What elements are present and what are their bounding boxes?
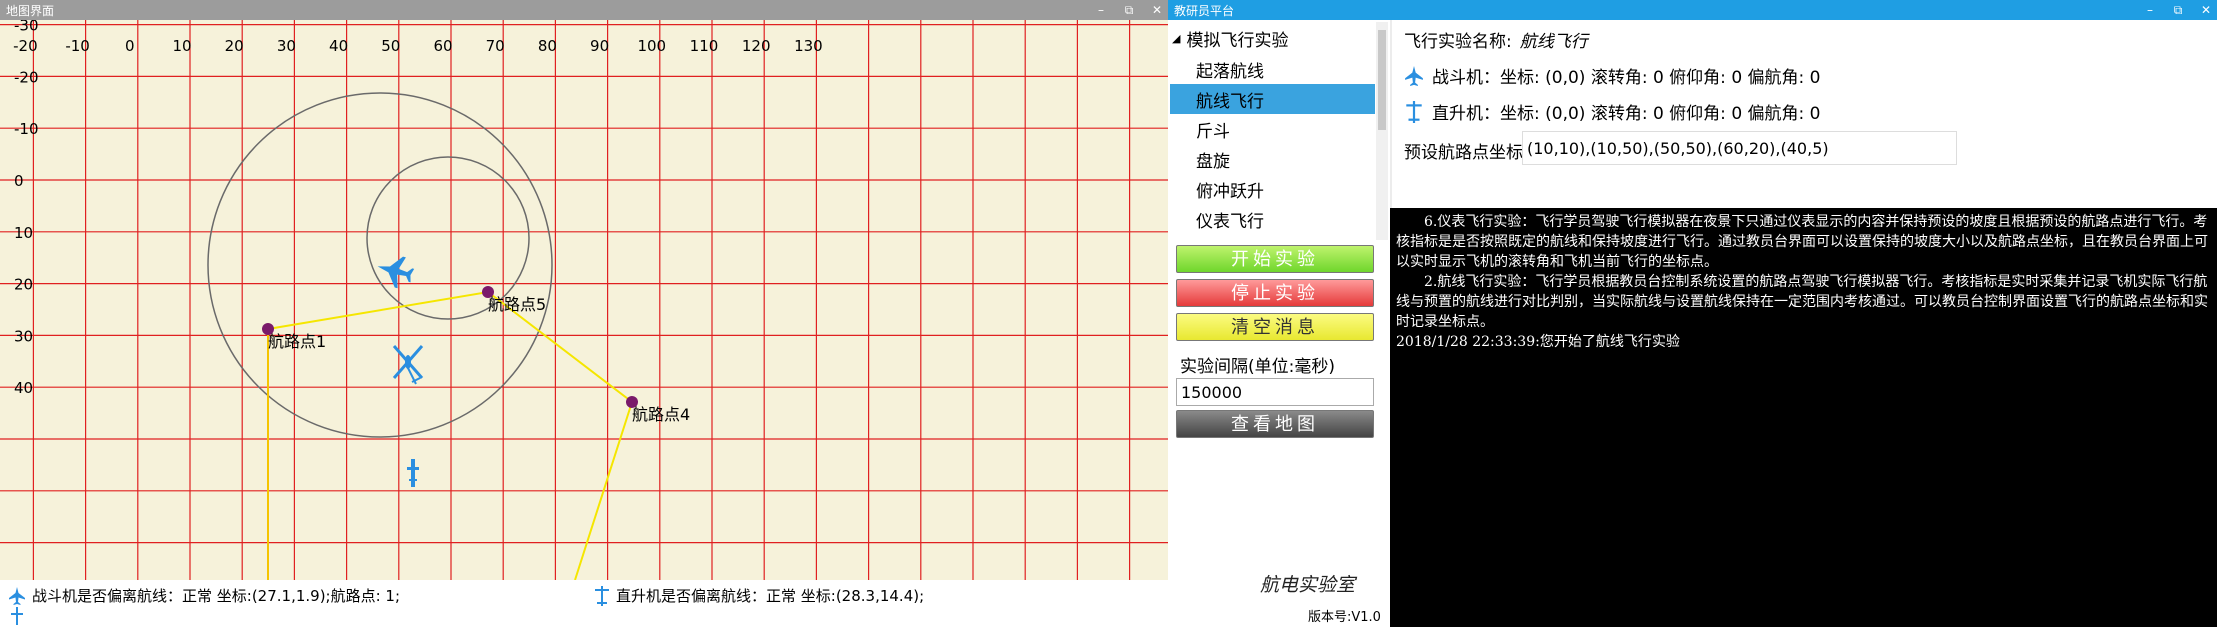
y-tick-label: 0 xyxy=(14,172,24,190)
x-tick-label: 20 xyxy=(225,37,244,55)
x-tick-label: 110 xyxy=(690,37,719,55)
tree-item-label: 俯冲跃升 xyxy=(1196,181,1264,202)
view-map-button[interactable]: 查看地图 xyxy=(1176,410,1374,438)
x-tick-label: -10 xyxy=(65,37,90,55)
waypoint-5-label: 航路点5 xyxy=(488,295,546,314)
helicopter-home-icon xyxy=(407,459,419,487)
tree-item-label: 斤斗 xyxy=(1196,121,1230,142)
waypoint-4-label: 航路点4 xyxy=(632,405,690,424)
map-restore-button[interactable]: ⧉ xyxy=(1122,0,1136,20)
message-log[interactable]: 6.仪表飞行实验：飞行学员驾驶飞行模拟器在夜景下只通过仪表显示的内容并保持预设的… xyxy=(1390,208,2217,627)
x-tick-label: 40 xyxy=(329,37,348,55)
y-tick-label: 20 xyxy=(14,276,33,294)
y-tick-label: -20 xyxy=(14,68,39,86)
map-svg: -20 -10 0 10 20 30 40 50 60 70 80 90 100 110 120 130 -3… xyxy=(0,20,1168,580)
map-close-button[interactable]: ✕ xyxy=(1150,0,1164,20)
edu-window: 教研员平台 – ⧉ ✕ ◢ 模拟飞行实验 起落航线 航线飞行 斤斗 盘旋 俯冲跃… xyxy=(1168,0,2217,627)
x-tick-label: -20 xyxy=(13,37,38,55)
x-tick-label: 100 xyxy=(637,37,666,55)
fighter-info-row: 战斗机：坐标: (0,0) 滚转角: 0 俯仰角: 0 偏航角: 0 xyxy=(1404,63,1820,88)
map-window: 地图界面 – ⧉ ✕ -20 -10 0 10 20 30 40 50 60 70 80 90 100 1… xyxy=(0,0,1168,627)
x-tick-label: 90 xyxy=(590,37,609,55)
helicopter-info-text: 直升机：坐标: (0,0) 滚转角: 0 俯仰角: 0 偏航角: 0 xyxy=(1432,104,1821,124)
x-tick-label: 50 xyxy=(381,37,400,55)
tree-scroll-thumb[interactable] xyxy=(1378,30,1386,130)
y-tick-label: 40 xyxy=(14,379,33,397)
tree-root-label: 模拟飞行实验 xyxy=(1186,31,1289,51)
tree-item-circle[interactable]: 盘旋 xyxy=(1170,144,1375,174)
collapse-triangle-icon[interactable]: ◢ xyxy=(1172,32,1180,45)
experiment-name-label: 飞行实验名称: xyxy=(1404,32,1512,52)
map-minimize-button[interactable]: – xyxy=(1094,0,1108,20)
tree-item-loop[interactable]: 斤斗 xyxy=(1170,114,1375,144)
helicopter-status: 直升机是否偏离航线：正常 坐标:(28.3,14.4); xyxy=(594,585,924,606)
fighter-info-text: 战斗机：坐标: (0,0) 滚转角: 0 俯仰角: 0 偏航角: 0 xyxy=(1432,68,1821,88)
flight-trajectory-large xyxy=(207,92,553,438)
version-label: 版本号:V1.0 xyxy=(1308,610,1381,625)
experiment-info-panel: 飞行实验名称: 航线飞行 战斗机：坐标: (0,0) 滚转角: 0 俯仰角: 0… xyxy=(1390,20,2217,208)
tree-item-route-flight[interactable]: 航线飞行 xyxy=(1170,84,1375,114)
tree-item-takeoff-landing[interactable]: 起落航线 xyxy=(1170,54,1375,84)
start-experiment-button[interactable]: 开始实验 xyxy=(1176,245,1374,273)
y-tick-label: -10 xyxy=(14,120,39,138)
waypoint-1-label: 航路点1 xyxy=(268,332,326,351)
status-extra-icon xyxy=(10,607,24,625)
x-tick-label: 30 xyxy=(277,37,296,55)
x-tick-label: 0 xyxy=(125,37,135,55)
tree-item-label: 盘旋 xyxy=(1196,151,1230,172)
stop-experiment-button[interactable]: 停止实验 xyxy=(1176,279,1374,307)
fighter-jet-info-icon xyxy=(1405,65,1423,86)
edu-titlebar[interactable]: 教研员平台 – ⧉ ✕ xyxy=(1168,0,2217,20)
tree-item-label: 起落航线 xyxy=(1196,61,1264,82)
experiment-tree: ◢ 模拟飞行实验 起落航线 航线飞行 斤斗 盘旋 俯冲跃升 仪表飞行 xyxy=(1168,20,1376,242)
map-status-bar: 战斗机是否偏离航线：正常 坐标:(27.1,1.9);航路点: 1; 直升机是否… xyxy=(0,580,1168,627)
x-tick-label: 80 xyxy=(538,37,557,55)
interval-input[interactable] xyxy=(1176,378,1374,406)
x-tick-label: 70 xyxy=(486,37,505,55)
y-tick-label: -30 xyxy=(14,20,39,35)
tree-item-label: 航线飞行 xyxy=(1196,91,1264,112)
helicopter-info-icon xyxy=(1406,100,1422,123)
edu-restore-button[interactable]: ⧉ xyxy=(2171,0,2185,20)
fighter-jet-icon[interactable] xyxy=(373,251,416,291)
edu-window-title: 教研员平台 xyxy=(1174,3,1235,18)
fighter-small-icon xyxy=(9,586,25,605)
x-tick-label: 60 xyxy=(433,37,452,55)
waypoints-input[interactable] xyxy=(1522,131,1957,165)
tree-scrollbar[interactable] xyxy=(1376,22,1388,240)
map-window-title: 地图界面 xyxy=(6,3,55,18)
edu-close-button[interactable]: ✕ xyxy=(2199,0,2213,20)
y-tick-label: 30 xyxy=(14,327,33,345)
helicopter-info-row: 直升机：坐标: (0,0) 滚转角: 0 俯仰角: 0 偏航角: 0 xyxy=(1404,99,1820,124)
x-tick-label: 120 xyxy=(742,37,771,55)
log-entry: 2018/1/28 22:33:39:您开始了航线飞行实验 xyxy=(1396,334,1680,350)
helicopter-status-text: 直升机是否偏离航线：正常 坐标:(28.3,14.4); xyxy=(616,587,925,605)
waypoints-label: 预设航路点坐标: xyxy=(1404,143,1529,163)
interval-label: 实验间隔(单位:毫秒) xyxy=(1180,357,1335,377)
map-canvas[interactable]: -20 -10 0 10 20 30 40 50 60 70 80 90 100 110 120 130 -3… xyxy=(0,20,1168,580)
tree-item-instrument-flight[interactable]: 仪表飞行 xyxy=(1170,204,1375,234)
helicopter-tiny-icon xyxy=(11,607,23,625)
tree-root[interactable]: ◢ 模拟飞行实验 xyxy=(1172,26,1288,51)
log-entry: 6.仪表飞行实验：飞行学员驾驶飞行模拟器在夜景下只通过仪表显示的内容并保持预设的… xyxy=(1396,214,2208,270)
fighter-status-text: 战斗机是否偏离航线：正常 坐标:(27.1,1.9);航路点: 1; xyxy=(32,587,401,605)
y-tick-label: 10 xyxy=(14,224,33,242)
x-tick-label: 10 xyxy=(172,37,191,55)
clear-messages-button[interactable]: 清空消息 xyxy=(1176,313,1374,341)
x-tick-label: 130 xyxy=(794,37,823,55)
log-entry: 2.航线飞行实验：飞行学员根据教员台控制系统设置的航路点驾驶飞行模拟器飞行。考核… xyxy=(1396,274,2208,330)
fighter-status: 战斗机是否偏离航线：正常 坐标:(27.1,1.9);航路点: 1; xyxy=(8,585,400,606)
map-titlebar[interactable]: 地图界面 – ⧉ ✕ xyxy=(0,0,1168,20)
edu-minimize-button[interactable]: – xyxy=(2143,0,2157,20)
helicopter-small-icon xyxy=(595,585,609,606)
experiment-name-value: 航线飞行 xyxy=(1519,32,1588,52)
tree-item-dive-climb[interactable]: 俯冲跃升 xyxy=(1170,174,1375,204)
tree-item-label: 仪表飞行 xyxy=(1196,211,1264,232)
lab-logo: 航电实验室 xyxy=(1260,574,1356,596)
experiment-name-row: 飞行实验名称: 航线飞行 xyxy=(1404,27,1588,52)
